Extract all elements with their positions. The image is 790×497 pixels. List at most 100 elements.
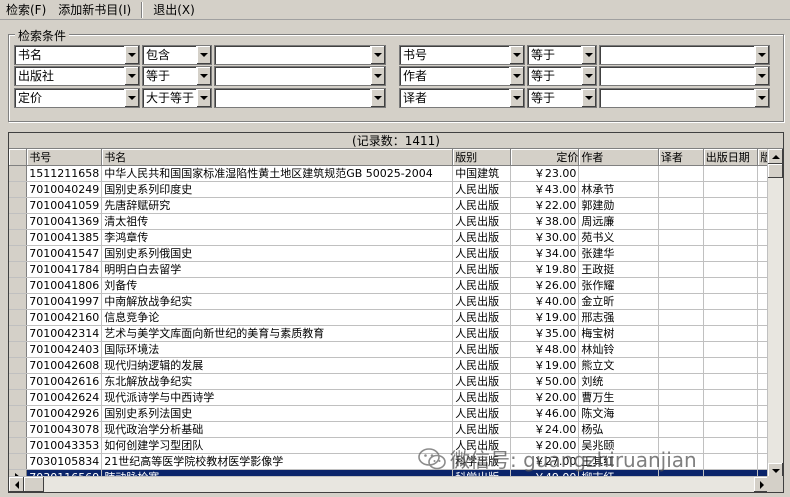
row-indicator[interactable]: [9, 261, 28, 278]
table-cell[interactable]: 清太祖传: [101, 213, 454, 230]
table-cell[interactable]: ￥38.00: [510, 213, 580, 230]
row-indicator[interactable]: [9, 229, 28, 246]
table-row[interactable]: 7010041997 中南解放战争纪实 人民出版 ￥40.00 金立昕: [9, 293, 783, 310]
table-cell[interactable]: [658, 389, 704, 406]
table-cell[interactable]: 7010041997: [26, 293, 103, 310]
chevron-down-icon[interactable]: [370, 46, 385, 64]
table-cell[interactable]: [703, 453, 759, 470]
table-cell[interactable]: 国别史系列印度史: [101, 181, 454, 198]
table-row[interactable]: 7010042616 东北解放战争纪实 人民出版 ￥50.00 刘统: [9, 373, 783, 390]
column-header[interactable]: 书号: [26, 149, 103, 166]
row-indicator[interactable]: [9, 325, 28, 342]
table-cell[interactable]: 林灿铃: [578, 341, 659, 358]
table-cell[interactable]: 人民出版: [452, 197, 511, 214]
table-cell[interactable]: 7010042314: [26, 325, 103, 342]
vertical-scrollbar[interactable]: [767, 149, 783, 478]
row-indicator[interactable]: [9, 245, 28, 262]
table-cell[interactable]: [703, 197, 759, 214]
table-cell[interactable]: 苑书义: [578, 229, 659, 246]
table-cell[interactable]: [703, 229, 759, 246]
table-cell[interactable]: [703, 293, 759, 310]
table-cell[interactable]: 1511211658: [26, 165, 103, 182]
table-cell[interactable]: [703, 341, 759, 358]
row-indicator[interactable]: [9, 277, 28, 294]
column-header[interactable]: 版别: [452, 149, 511, 166]
table-cell[interactable]: 人民出版: [452, 261, 511, 278]
chevron-down-icon[interactable]: [509, 89, 524, 107]
table-cell[interactable]: ￥48.00: [510, 341, 580, 358]
table-cell[interactable]: 中国建筑: [452, 165, 511, 182]
chevron-down-icon[interactable]: [509, 67, 524, 85]
right-operator-combo-3[interactable]: 等于: [527, 88, 597, 108]
table-cell[interactable]: 7030105834: [26, 453, 103, 470]
row-indicator[interactable]: [9, 341, 28, 358]
table-cell[interactable]: [658, 245, 704, 262]
table-cell[interactable]: ￥35.00: [510, 325, 580, 342]
table-cell[interactable]: 陈文海: [578, 405, 659, 422]
table-row[interactable]: 1511211658 中华人民共和国国家标准湿陷性黄土地区建筑规范GB 50025…: [9, 165, 783, 182]
table-row[interactable]: 7010041385 李鸿章传 人民出版 ￥30.00 苑书义: [9, 229, 783, 246]
table-cell[interactable]: ￥23.00: [510, 165, 580, 182]
table-cell[interactable]: 7010041369: [26, 213, 103, 230]
table-cell[interactable]: [658, 293, 704, 310]
table-row[interactable]: 7010041059 先唐辞赋研究 人民出版 ￥22.00 郭建勋: [9, 197, 783, 214]
table-cell[interactable]: 李鸿章传: [101, 229, 454, 246]
table-cell[interactable]: [658, 437, 704, 454]
right-field-combo-2[interactable]: 作者: [399, 66, 525, 86]
table-cell[interactable]: [703, 389, 759, 406]
column-header[interactable]: 书名: [101, 149, 454, 166]
row-indicator[interactable]: [9, 181, 28, 198]
table-cell[interactable]: 林承节: [578, 181, 659, 198]
table-cell[interactable]: 现代派诗学与中西诗学: [101, 389, 454, 406]
row-indicator[interactable]: [9, 309, 28, 326]
table-cell[interactable]: 人民出版: [452, 389, 511, 406]
table-cell[interactable]: ￥20.00: [510, 437, 580, 454]
table-row[interactable]: 7010041369 清太祖传 人民出版 ￥38.00 周远廉: [9, 213, 783, 230]
table-row[interactable]: 7010041547 国别史系列俄国史 人民出版 ￥34.00 张建华: [9, 245, 783, 262]
table-cell[interactable]: 科学出版: [452, 453, 511, 470]
table-cell[interactable]: [658, 181, 704, 198]
table-cell[interactable]: 张建华: [578, 245, 659, 262]
table-cell[interactable]: 熊立文: [578, 357, 659, 374]
left-value-combo-3[interactable]: [214, 88, 386, 108]
table-cell[interactable]: 信息竞争论: [101, 309, 454, 326]
table-row[interactable]: 7010043353 如何创建学习型团队 人民出版 ￥20.00 吴兆颐: [9, 437, 783, 454]
table-cell[interactable]: [658, 165, 704, 182]
chevron-down-icon[interactable]: [124, 67, 139, 85]
row-indicator[interactable]: [9, 165, 28, 182]
row-indicator[interactable]: [9, 357, 28, 374]
table-row[interactable]: 7010042624 现代派诗学与中西诗学 人民出版 ￥20.00 曹万生: [9, 389, 783, 406]
table-cell[interactable]: 7010042616: [26, 373, 103, 390]
table-cell[interactable]: 王政挺: [578, 261, 659, 278]
table-cell[interactable]: 中华人民共和国国家标准湿陷性黄土地区建筑规范GB 50025-2004: [101, 165, 454, 182]
table-cell[interactable]: 7010042608: [26, 357, 103, 374]
table-cell[interactable]: 7010041806: [26, 277, 103, 294]
table-cell[interactable]: 人民出版: [452, 405, 511, 422]
row-indicator[interactable]: [9, 197, 28, 214]
table-cell[interactable]: [578, 165, 659, 182]
table-cell[interactable]: 7010042160: [26, 309, 103, 326]
table-cell[interactable]: 人民出版: [452, 293, 511, 310]
table-cell[interactable]: ￥24.00: [510, 421, 580, 438]
table-cell[interactable]: ￥43.00: [510, 181, 580, 198]
row-indicator[interactable]: [9, 213, 28, 230]
table-cell[interactable]: 人民出版: [452, 357, 511, 374]
chevron-down-icon[interactable]: [196, 46, 211, 64]
table-cell[interactable]: [658, 421, 704, 438]
right-operator-combo-1[interactable]: 等于: [527, 45, 597, 65]
table-cell[interactable]: ￥30.00: [510, 229, 580, 246]
table-cell[interactable]: [703, 165, 759, 182]
table-cell[interactable]: 7010041059: [26, 197, 103, 214]
table-cell[interactable]: 邢志强: [578, 309, 659, 326]
table-cell[interactable]: [703, 357, 759, 374]
table-cell[interactable]: [658, 261, 704, 278]
chevron-down-icon[interactable]: [754, 67, 769, 85]
table-cell[interactable]: 7010042403: [26, 341, 103, 358]
right-value-combo-1[interactable]: [599, 45, 770, 65]
horizontal-scroll-thumb[interactable]: [24, 477, 44, 492]
left-field-combo-3[interactable]: 定价: [14, 88, 140, 108]
table-cell[interactable]: 艺术与美学文库面向新世纪的美育与素质教育: [101, 325, 454, 342]
table-cell[interactable]: [658, 341, 704, 358]
right-field-combo-1[interactable]: 书号: [399, 45, 525, 65]
table-cell[interactable]: 杨弘: [578, 421, 659, 438]
